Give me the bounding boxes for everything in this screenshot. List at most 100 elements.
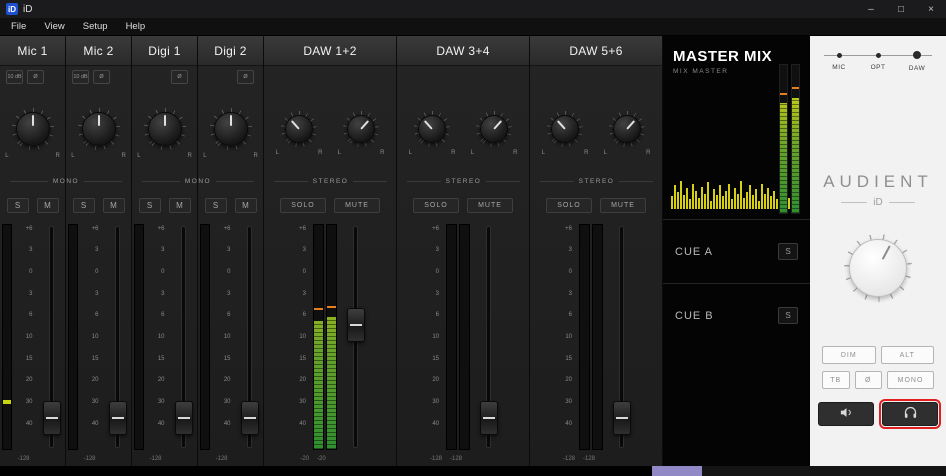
pan-knob[interactable]: LR [137, 107, 192, 159]
meter-peak [314, 308, 323, 311]
talkback-button[interactable]: TB [822, 371, 850, 389]
cue-solo-button[interactable]: S [778, 307, 798, 324]
fader-handle[interactable] [480, 400, 498, 435]
fader-track[interactable] [610, 224, 634, 450]
fader-track[interactable] [344, 224, 368, 450]
scale-label: 6 [568, 312, 572, 319]
alt-button[interactable]: ALT [880, 346, 934, 364]
pan-left-label: L [408, 149, 412, 156]
scale-label: 20 [25, 377, 33, 384]
scale-label: 20 [157, 377, 165, 384]
fader-handle[interactable] [42, 400, 61, 435]
pan-left-label: L [337, 149, 341, 156]
scale-label: 3 [29, 290, 33, 297]
pan-knob[interactable]: LR [604, 110, 650, 156]
channel-options: Ø [132, 66, 197, 90]
channel-strip: DAW 1+2 L R L R SOLO MUTE +6 3 0 3 6 10 15 20 30 40 -20 -2… [264, 36, 397, 466]
phase-button[interactable]: Ø [854, 371, 882, 389]
audient-logo: AUDIENT [823, 172, 933, 191]
dim-button[interactable]: DIM [822, 346, 876, 364]
fader-handle[interactable] [108, 400, 127, 435]
mute-button[interactable]: M [102, 197, 125, 213]
headphones-output-button[interactable] [879, 399, 941, 429]
pan-knob[interactable]: LR [338, 110, 384, 156]
mute-button[interactable]: M [234, 197, 257, 213]
pad-button[interactable]: 10 dB [72, 70, 89, 84]
fader-track[interactable] [238, 224, 262, 450]
pan-knob[interactable]: LR [542, 110, 588, 156]
fader-handle[interactable] [347, 308, 365, 343]
menu-view[interactable]: View [35, 18, 73, 35]
close-button[interactable]: × [916, 0, 946, 18]
solo-button[interactable]: S [6, 197, 29, 213]
meter-readout: -20 -20 [264, 452, 396, 466]
scale-label: 3 [227, 290, 231, 297]
mute-button[interactable]: MUTE [600, 197, 646, 213]
fader-track[interactable] [477, 224, 501, 450]
fader-handle[interactable] [174, 400, 193, 435]
fader-scale: +6 3 0 3 6 10 15 20 30 40 [425, 224, 439, 450]
phase-button[interactable]: Ø [171, 70, 188, 84]
mute-button[interactable]: MUTE [334, 197, 380, 213]
source-mic-button[interactable]: MIC [822, 48, 856, 71]
monitor-volume-knob[interactable] [844, 234, 912, 302]
fader-area: +6 3 0 3 6 10 15 20 30 40 [66, 218, 131, 452]
knob-pointer [474, 109, 514, 149]
scale-label: +6 [223, 225, 231, 232]
mono-button[interactable]: MONO [887, 371, 934, 389]
pan-right-label: R [451, 149, 456, 156]
solo-button[interactable]: SOLO [546, 197, 592, 213]
source-label: OPT [870, 64, 886, 71]
fader-track[interactable] [172, 224, 196, 450]
readout-value: -128 [149, 456, 162, 462]
mute-button[interactable]: MUTE [467, 197, 513, 213]
speaker-output-button[interactable] [818, 402, 874, 426]
phase-button[interactable]: Ø [237, 70, 254, 84]
menu-setup[interactable]: Setup [74, 18, 117, 35]
menu-file[interactable]: File [2, 18, 35, 35]
fader-track[interactable] [40, 224, 64, 450]
solo-button[interactable]: S [72, 197, 95, 213]
spectrum-bar [776, 199, 778, 209]
menu-help[interactable]: Help [117, 18, 155, 35]
solo-button[interactable]: S [138, 197, 161, 213]
scale-label: 3 [568, 290, 572, 297]
titlebar: iD iD – □ × [0, 0, 946, 18]
phase-button[interactable]: Ø [93, 70, 110, 84]
spectrum-bar [677, 192, 679, 209]
pan-right-label: R [646, 149, 651, 156]
solo-button[interactable]: SOLO [413, 197, 459, 213]
mute-button[interactable]: M [168, 197, 191, 213]
pan-knob[interactable]: LR [471, 109, 517, 156]
phase-button[interactable]: Ø [27, 70, 44, 84]
source-daw-button[interactable]: DAW [900, 48, 934, 72]
pan-left-label: L [275, 149, 279, 156]
cue-solo-button[interactable]: S [778, 243, 798, 260]
scale-label: 30 [565, 399, 572, 406]
fader-handle[interactable] [240, 400, 259, 435]
pan-knob[interactable]: LR [203, 107, 258, 159]
mute-button[interactable]: M [36, 197, 59, 213]
solo-button[interactable]: SOLO [280, 197, 326, 213]
fader-track[interactable] [106, 224, 130, 450]
fader-handle[interactable] [613, 400, 631, 435]
meter-gradient [780, 103, 787, 213]
channel-header: DAW 3+4 [397, 36, 529, 66]
pan-knob[interactable]: LR [71, 107, 126, 159]
scale-label: 0 [227, 268, 231, 275]
scale-label: 15 [223, 355, 231, 362]
pan-range-labels: LR [409, 150, 456, 156]
minimize-button[interactable]: – [856, 0, 886, 18]
maximize-button[interactable]: □ [886, 0, 916, 18]
level-meters [446, 224, 470, 450]
spectrum-bar [755, 189, 757, 209]
pan-knob[interactable]: LR [5, 107, 60, 159]
pad-button[interactable]: 10 dB [6, 70, 23, 84]
pan-knob[interactable]: LR [409, 110, 455, 156]
solo-button[interactable]: S [204, 197, 227, 213]
pan-knob[interactable]: LR [276, 110, 322, 156]
channel-group: DAW 1+2 L R L R SOLO MUTE +6 3 0 3 6 10 15 20 30 40 -20 -2… [264, 36, 397, 466]
source-opt-button[interactable]: OPT [861, 48, 895, 71]
source-label: DAW [908, 65, 926, 72]
output-select-row [818, 399, 941, 429]
